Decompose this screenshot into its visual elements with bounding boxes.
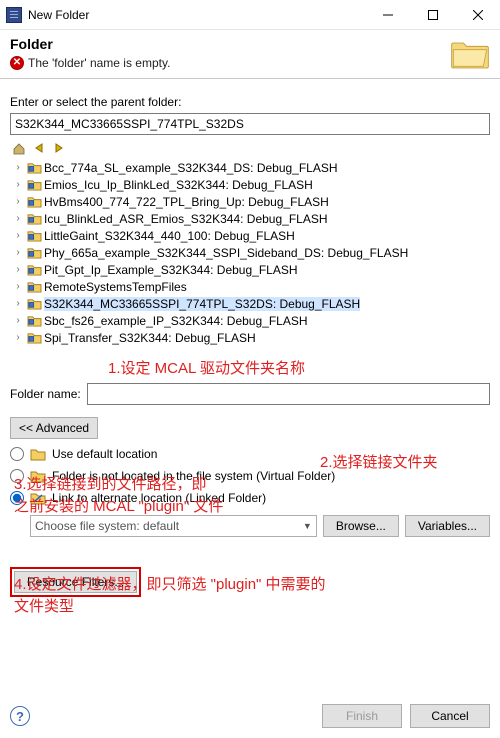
- expand-icon[interactable]: ›: [10, 196, 26, 207]
- resource-filters-highlight: Resource Filters...: [10, 567, 141, 597]
- nav-row: [10, 139, 490, 157]
- option-virtual-folder[interactable]: Folder is not located in the file system…: [10, 469, 490, 483]
- finish-button[interactable]: Finish: [322, 704, 402, 728]
- folder-icon: [30, 469, 46, 483]
- tree-item-label: Icu_BlinkLed_ASR_Emios_S32K344: Debug_FL…: [44, 212, 328, 226]
- project-folder-icon: [26, 229, 42, 243]
- expand-icon[interactable]: ›: [10, 162, 26, 173]
- chevron-down-icon: ▼: [303, 521, 312, 531]
- titlebar: New Folder: [0, 0, 500, 30]
- tree-item-label: Emios_Icu_Ip_BlinkLed_S32K344: Debug_FLA…: [44, 178, 313, 192]
- variables-button[interactable]: Variables...: [405, 515, 490, 537]
- project-folder-icon: [26, 246, 42, 260]
- tree-item[interactable]: › HvBms400_774_722_TPL_Bring_Up: Debug_FL…: [10, 193, 490, 210]
- project-folder-icon: [26, 314, 42, 328]
- tree-item-label: HvBms400_774_722_TPL_Bring_Up: Debug_FLA…: [44, 195, 329, 209]
- banner: Folder ✕ The 'folder' name is empty.: [0, 30, 500, 79]
- expand-icon[interactable]: ›: [10, 315, 26, 326]
- annotation-1: 1.设定 MCAL 驱动文件夹名称: [108, 357, 305, 378]
- project-folder-icon: [26, 280, 42, 294]
- project-folder-icon: [26, 178, 42, 192]
- tree-item[interactable]: › S32K344_MC33665SSPI_774TPL_S32DS: Debug…: [10, 295, 490, 312]
- expand-icon[interactable]: ›: [10, 179, 26, 190]
- project-folder-icon: [26, 161, 42, 175]
- close-button[interactable]: [455, 0, 500, 30]
- tree-item[interactable]: › Icu_BlinkLed_ASR_Emios_S32K344: Debug_F…: [10, 210, 490, 227]
- project-folder-icon: [26, 212, 42, 226]
- radio-virtual[interactable]: [10, 469, 24, 483]
- option-default-location[interactable]: Use default location: [10, 447, 490, 461]
- browse-button[interactable]: Browse...: [323, 515, 399, 537]
- project-tree[interactable]: › Bcc_774a_SL_example_S32K344_DS: Debug_F…: [10, 159, 490, 347]
- radio-linked[interactable]: [10, 491, 24, 505]
- option-virtual-label: Folder is not located in the file system…: [52, 469, 335, 483]
- tree-item-label: Phy_665a_example_S32K344_SSPI_Sideband_D…: [44, 246, 408, 260]
- home-icon[interactable]: [10, 139, 28, 157]
- folder-link-icon: [30, 491, 46, 505]
- expand-icon[interactable]: ›: [10, 264, 26, 275]
- folder-name-input[interactable]: [87, 383, 490, 405]
- expand-icon[interactable]: ›: [10, 213, 26, 224]
- tree-item-label: Spi_Transfer_S32K344: Debug_FLASH: [44, 331, 256, 345]
- project-folder-icon: [26, 195, 42, 209]
- tree-item-label: S32K344_MC33665SSPI_774TPL_S32DS: Debug_…: [44, 297, 360, 311]
- footer: ? Finish Cancel: [0, 694, 500, 738]
- tree-item[interactable]: › Spi_Transfer_S32K344: Debug_FLASH: [10, 329, 490, 346]
- folder-large-icon: [450, 36, 490, 70]
- tree-item-label: RemoteSystemsTempFiles: [44, 280, 187, 294]
- back-arrow-icon[interactable]: [30, 139, 48, 157]
- tree-item[interactable]: › Bcc_774a_SL_example_S32K344_DS: Debug_F…: [10, 159, 490, 176]
- dialog-body: Enter or select the parent folder: › Bcc_…: [0, 79, 500, 597]
- tree-item[interactable]: › Phy_665a_example_S32K344_SSPI_Sideband_…: [10, 244, 490, 261]
- maximize-button[interactable]: [410, 0, 455, 30]
- banner-title: Folder: [10, 36, 442, 52]
- tree-item-label: LittleGaint_S32K344_440_100: Debug_FLASH: [44, 229, 295, 243]
- filesystem-select[interactable]: Choose file system: default ▼: [30, 515, 317, 537]
- annotation-4b: 文件类型: [14, 595, 74, 616]
- expand-icon[interactable]: ›: [10, 332, 26, 343]
- tree-item[interactable]: › Sbc_fs26_example_IP_S32K344: Debug_FLAS…: [10, 312, 490, 329]
- expand-icon[interactable]: ›: [10, 230, 26, 241]
- expand-icon[interactable]: ›: [10, 247, 26, 258]
- banner-error-text: The 'folder' name is empty.: [28, 56, 170, 70]
- option-linked-folder[interactable]: Link to alternate location (Linked Folde…: [10, 491, 490, 505]
- tree-item-label: Pit_Gpt_Ip_Example_S32K344: Debug_FLASH: [44, 263, 298, 277]
- tree-item-label: Bcc_774a_SL_example_S32K344_DS: Debug_FL…: [44, 161, 338, 175]
- minimize-button[interactable]: [365, 0, 410, 30]
- resource-filters-button[interactable]: Resource Filters...: [14, 571, 137, 593]
- error-icon: ✕: [10, 56, 24, 70]
- radio-default[interactable]: [10, 447, 24, 461]
- project-folder-icon: [26, 297, 42, 311]
- project-folder-icon: [26, 263, 42, 277]
- parent-folder-input[interactable]: [10, 113, 490, 135]
- option-linked-label: Link to alternate location (Linked Folde…: [52, 491, 266, 505]
- app-icon: [6, 7, 22, 23]
- parent-folder-label: Enter or select the parent folder:: [10, 95, 490, 109]
- tree-item-label: Sbc_fs26_example_IP_S32K344: Debug_FLASH: [44, 314, 308, 328]
- forward-arrow-icon[interactable]: [50, 139, 68, 157]
- window-title: New Folder: [28, 8, 365, 22]
- cancel-button[interactable]: Cancel: [410, 704, 490, 728]
- expand-icon[interactable]: ›: [10, 298, 26, 309]
- project-folder-icon: [26, 331, 42, 345]
- tree-item[interactable]: › Emios_Icu_Ip_BlinkLed_S32K344: Debug_FL…: [10, 176, 490, 193]
- tree-item[interactable]: › LittleGaint_S32K344_440_100: Debug_FLAS…: [10, 227, 490, 244]
- advanced-toggle[interactable]: << Advanced: [10, 417, 98, 439]
- help-icon[interactable]: ?: [10, 706, 30, 726]
- folder-icon: [30, 447, 46, 461]
- option-default-label: Use default location: [52, 447, 157, 461]
- folder-name-label: Folder name:: [10, 387, 81, 401]
- tree-item[interactable]: › Pit_Gpt_Ip_Example_S32K344: Debug_FLASH: [10, 261, 490, 278]
- filesystem-select-text: Choose file system: default: [35, 519, 179, 533]
- tree-item[interactable]: › RemoteSystemsTempFiles: [10, 278, 490, 295]
- expand-icon[interactable]: ›: [10, 281, 26, 292]
